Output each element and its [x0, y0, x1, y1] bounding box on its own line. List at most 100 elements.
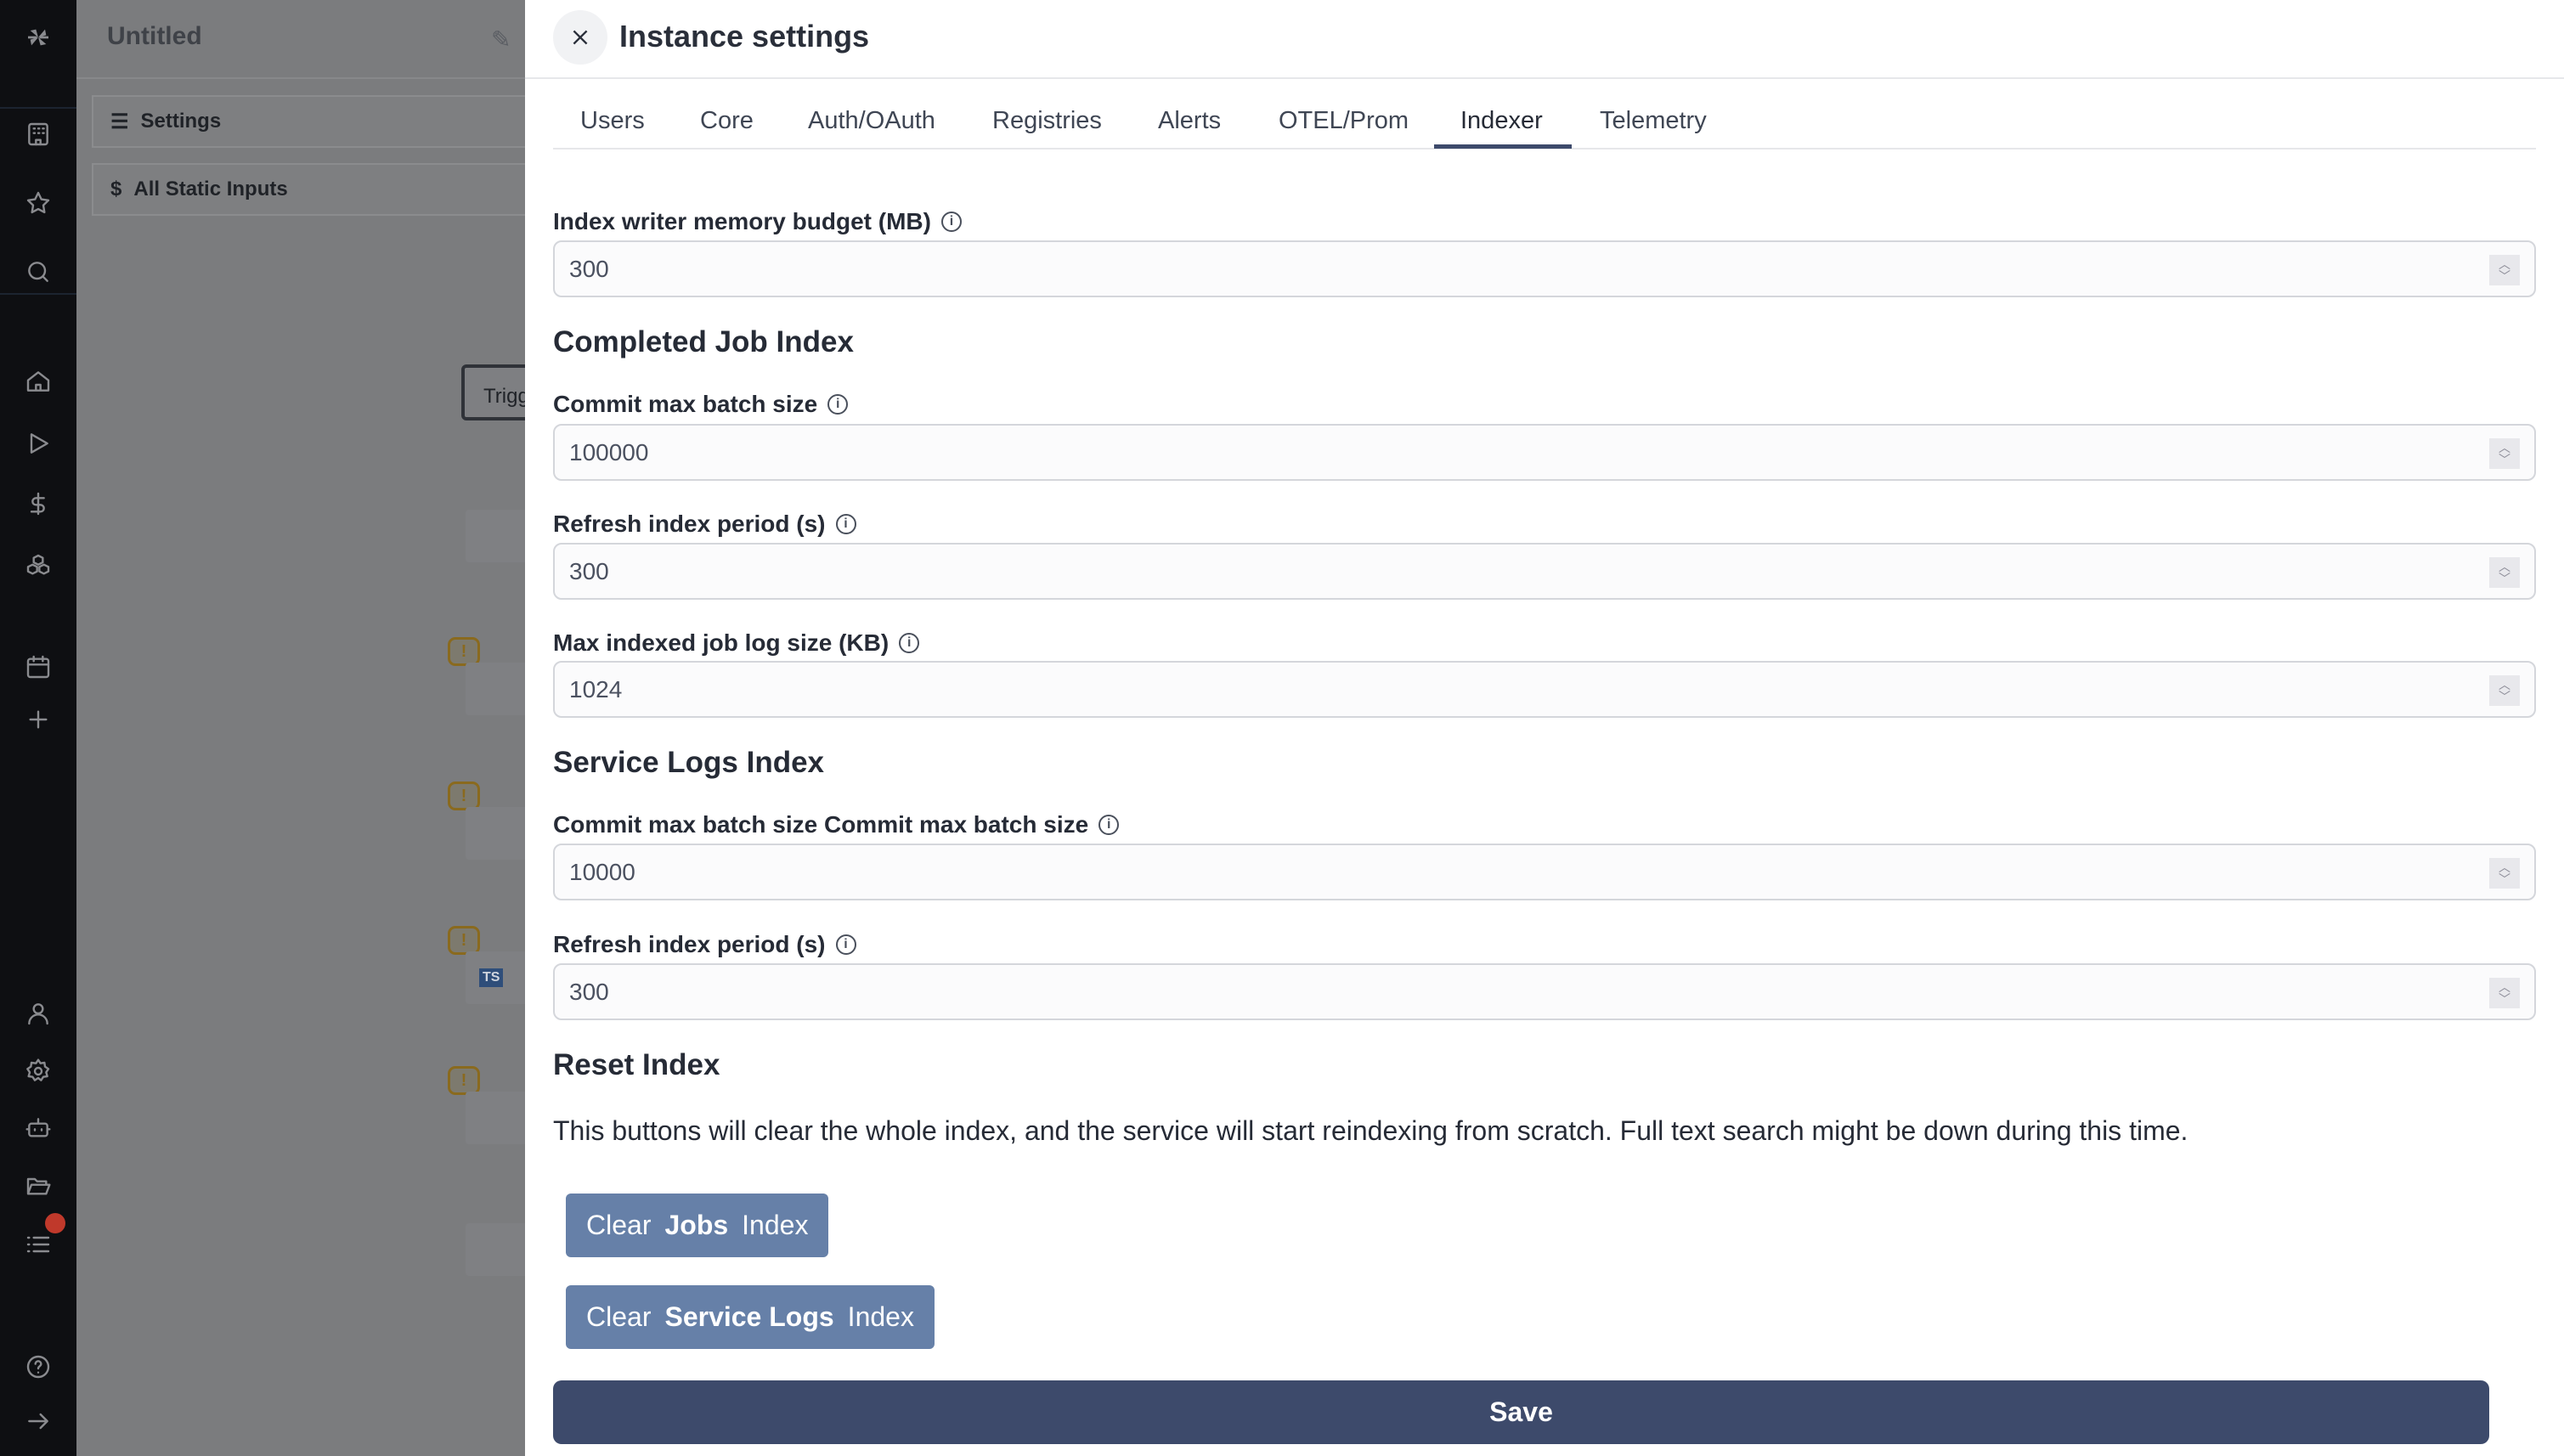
number-stepper[interactable]: ︿ ﹀ [2489, 978, 2520, 1008]
plus-icon[interactable] [21, 703, 55, 736]
number-stepper[interactable]: ︿ ﹀ [2489, 438, 2520, 469]
warning-icon: ! [448, 926, 480, 955]
input-value: 300 [569, 978, 609, 1005]
static-inputs-row[interactable]: $ All Static Inputs [92, 163, 551, 216]
flow-editor-background: Untitled ✎ ☰ Settings $ All Static Inputs … [76, 0, 551, 1456]
chevron-down-icon[interactable]: ﹀ [2499, 454, 2510, 466]
input-value: 10000 [569, 858, 635, 885]
job-refresh-input[interactable]: 300 ︿ ﹀ [553, 543, 2536, 600]
static-inputs-label: All Static Inputs [133, 178, 288, 200]
sliders-icon: ☰ [110, 110, 129, 133]
chevron-down-icon[interactable]: ﹀ [2499, 270, 2510, 282]
svc-batch-label: Commit max batch size Commit max batch s… [553, 811, 1120, 838]
input-value: 300 [569, 557, 609, 584]
instance-settings-drawer: Instance settings Users Core Auth/OAuth … [525, 0, 2564, 1456]
number-stepper[interactable]: ︿ ﹀ [2489, 255, 2520, 285]
tab-indexer[interactable]: Indexer [1460, 107, 1543, 135]
tab-alerts[interactable]: Alerts [1158, 107, 1221, 135]
settings-row[interactable]: ☰ Settings [92, 95, 551, 148]
chevron-down-icon[interactable]: ﹀ [2499, 993, 2510, 1005]
info-icon[interactable]: i [1098, 815, 1120, 835]
divider [0, 293, 76, 295]
chevron-down-icon[interactable]: ﹀ [2499, 873, 2510, 885]
info-icon[interactable]: i [827, 394, 849, 415]
chevron-down-icon[interactable]: ﹀ [2499, 691, 2510, 703]
chevron-up-icon[interactable]: ︿ [2499, 861, 2510, 873]
button-text-bold: Service Logs [664, 1301, 834, 1332]
bot-icon[interactable] [21, 1111, 55, 1145]
memory-budget-input[interactable]: 300 ︿ ﹀ [553, 240, 2536, 297]
button-text: Clear [586, 1301, 652, 1332]
windmill-logo-icon[interactable] [21, 20, 55, 54]
chevron-down-icon[interactable]: ﹀ [2499, 573, 2510, 584]
workspace-icon[interactable] [21, 117, 55, 151]
label-text: Commit max batch size Commit max batch s… [553, 811, 1089, 838]
number-stepper[interactable]: ︿ ﹀ [2489, 675, 2520, 706]
typescript-node[interactable]: TS [466, 951, 534, 1004]
clear-service-logs-index-button[interactable]: Clear Service Logs Index [566, 1285, 935, 1349]
info-icon[interactable]: i [835, 514, 856, 534]
chevron-up-icon[interactable]: ︿ [2499, 981, 2510, 993]
tab-users[interactable]: Users [580, 107, 645, 135]
number-stepper[interactable]: ︿ ﹀ [2489, 557, 2520, 588]
flow-title[interactable]: Untitled [107, 22, 202, 51]
resources-icon[interactable] [21, 549, 55, 583]
notification-dot [45, 1213, 65, 1233]
tab-telemetry[interactable]: Telemetry [1600, 107, 1707, 135]
label-text: Refresh index period (s) [553, 931, 826, 957]
expand-arrow-icon[interactable] [21, 1404, 55, 1438]
svc-batch-input[interactable]: 10000 ︿ ﹀ [553, 844, 2536, 900]
star-icon[interactable] [21, 186, 55, 220]
number-stepper[interactable]: ︿ ﹀ [2489, 858, 2520, 889]
chevron-up-icon[interactable]: ︿ [2499, 679, 2510, 691]
gear-icon[interactable] [21, 1054, 55, 1088]
memory-budget-label: Index writer memory budget (MB) i [553, 208, 962, 235]
warning-icon: ! [448, 1066, 480, 1095]
label-text: Index writer memory budget (MB) [553, 208, 931, 234]
settings-label: Settings [140, 110, 222, 133]
label-text: Refresh index period (s) [553, 511, 826, 537]
bash-node[interactable] [466, 807, 534, 860]
reset-description: This buttons will clear the whole index,… [553, 1115, 2188, 1146]
info-icon[interactable]: i [940, 212, 962, 232]
edit-pencil-icon[interactable]: ✎ [491, 25, 511, 54]
calendar-icon[interactable] [21, 650, 55, 684]
bash-node[interactable] [466, 663, 534, 715]
tab-otel-prom[interactable]: OTEL/Prom [1279, 107, 1409, 135]
dollar-icon[interactable] [21, 487, 55, 521]
clear-jobs-index-button[interactable]: Clear Jobs Index [566, 1194, 829, 1257]
python-node[interactable] [466, 1092, 534, 1144]
save-button[interactable]: Save [553, 1380, 2489, 1444]
label-text: Commit max batch size [553, 391, 818, 417]
active-tab-indicator [1434, 144, 1572, 149]
tab-auth-oauth[interactable]: Auth/OAuth [808, 107, 935, 135]
tab-core[interactable]: Core [700, 107, 754, 135]
info-icon[interactable]: i [835, 934, 856, 955]
chevron-up-icon[interactable]: ︿ [2499, 442, 2510, 454]
button-text: Clear [586, 1210, 652, 1240]
flow-node[interactable] [466, 510, 534, 562]
search-icon[interactable] [21, 255, 55, 289]
close-button[interactable] [553, 10, 607, 65]
button-text-bold: Jobs [664, 1210, 729, 1240]
svc-refresh-input[interactable]: 300 ︿ ﹀ [553, 963, 2536, 1020]
warning-icon: ! [448, 782, 480, 810]
flow-node[interactable] [466, 1223, 534, 1276]
warning-icon: ! [448, 637, 480, 666]
reset-index-heading: Reset Index [553, 1048, 720, 1081]
home-icon[interactable] [21, 364, 55, 398]
help-icon[interactable] [21, 1350, 55, 1384]
job-batch-input[interactable]: 100000 ︿ ﹀ [553, 424, 2536, 481]
folder-icon[interactable] [21, 1169, 55, 1203]
tab-registries[interactable]: Registries [992, 107, 1102, 135]
runs-list-icon[interactable] [21, 1227, 55, 1261]
chevron-up-icon[interactable]: ︿ [2499, 258, 2510, 270]
play-icon[interactable] [21, 426, 55, 460]
job-log-size-input[interactable]: 1024 ︿ ﹀ [553, 661, 2536, 718]
chevron-up-icon[interactable]: ︿ [2499, 561, 2510, 573]
user-icon[interactable] [21, 996, 55, 1030]
trigger-label: Trigg [483, 385, 529, 408]
divider [0, 107, 76, 109]
info-icon[interactable]: i [899, 633, 920, 653]
input-value: 1024 [569, 675, 623, 703]
